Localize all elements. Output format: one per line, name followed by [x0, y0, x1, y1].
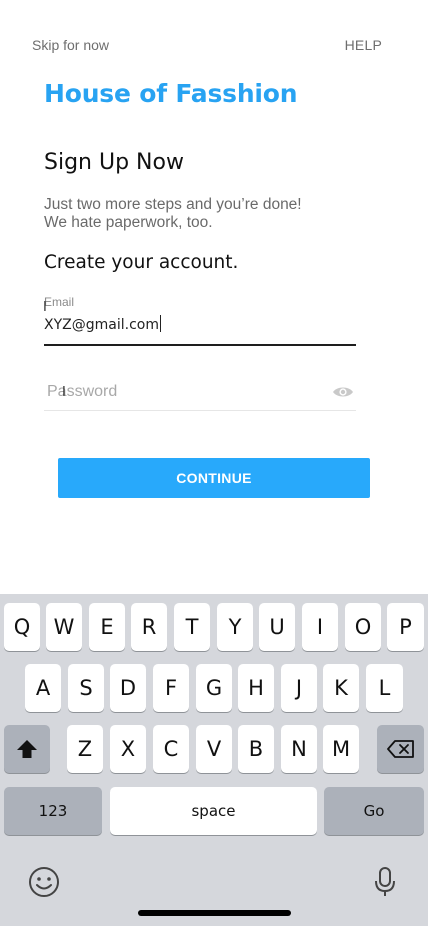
subtitle-line-2: We hate paperwork, too.	[44, 214, 213, 231]
key-a[interactable]: A	[25, 664, 61, 712]
subtitle-line-1: Just two more steps and you’re done!	[44, 196, 302, 213]
key-s[interactable]: S	[68, 664, 104, 712]
key-k[interactable]: K	[323, 664, 359, 712]
key-p[interactable]: P	[387, 603, 424, 651]
key-r[interactable]: R	[131, 603, 167, 651]
email-input[interactable]: XYZ@gmail.com	[44, 315, 161, 333]
key-v[interactable]: V	[196, 725, 232, 773]
key-x[interactable]: X	[110, 725, 146, 773]
key-q[interactable]: Q	[4, 603, 40, 651]
key-b[interactable]: B	[238, 725, 274, 773]
continue-button[interactable]: CONTINUE	[58, 458, 370, 498]
password-input[interactable]: Password	[47, 383, 117, 401]
go-key[interactable]: Go	[324, 787, 424, 835]
key-t[interactable]: T	[174, 603, 210, 651]
section-title: Create your account.	[44, 252, 239, 273]
help-link[interactable]: HELP	[345, 37, 382, 53]
subtitle: Just two more steps and you’re done! We …	[44, 196, 302, 232]
key-u[interactable]: U	[259, 603, 295, 651]
microphone-icon[interactable]	[374, 866, 396, 898]
eye-icon[interactable]	[332, 385, 354, 399]
shift-key[interactable]	[4, 725, 50, 773]
page-title: Sign Up Now	[44, 150, 184, 175]
key-g[interactable]: G	[196, 664, 232, 712]
email-field[interactable]: Email XYZ@gmail.com I	[43, 294, 356, 346]
home-indicator	[138, 910, 291, 916]
key-y[interactable]: Y	[217, 603, 253, 651]
key-z[interactable]: Z	[67, 725, 103, 773]
text-cursor-icon: I	[62, 385, 66, 400]
password-field[interactable]: Password I	[44, 376, 356, 411]
on-screen-keyboard: Q W E R T Y U I O P A S D F G H J K L Z …	[0, 594, 428, 926]
key-w[interactable]: W	[46, 603, 82, 651]
emoji-icon[interactable]	[28, 866, 60, 898]
backspace-icon	[386, 740, 414, 758]
text-cursor-icon: I	[43, 300, 47, 315]
brand-logo-text: House of Fasshion	[44, 79, 298, 108]
text-caret	[159, 315, 161, 332]
key-c[interactable]: C	[153, 725, 189, 773]
space-key[interactable]: space	[110, 787, 317, 835]
key-f[interactable]: F	[153, 664, 189, 712]
key-j[interactable]: J	[281, 664, 317, 712]
email-value: XYZ@gmail.com	[44, 317, 159, 333]
key-i[interactable]: I	[302, 603, 338, 651]
backspace-key[interactable]	[377, 725, 424, 773]
sign-up-screen: Skip for now HELP House of Fasshion Sign…	[0, 0, 428, 926]
key-o[interactable]: O	[345, 603, 381, 651]
key-m[interactable]: M	[323, 725, 359, 773]
key-e[interactable]: E	[89, 603, 125, 651]
key-l[interactable]: L	[366, 664, 403, 712]
numbers-key[interactable]: 123	[4, 787, 102, 835]
email-label: Email	[44, 295, 75, 309]
skip-for-now-link[interactable]: Skip for now	[32, 37, 109, 53]
key-h[interactable]: H	[238, 664, 274, 712]
key-d[interactable]: D	[110, 664, 146, 712]
key-n[interactable]: N	[281, 725, 317, 773]
shift-icon	[17, 740, 37, 758]
